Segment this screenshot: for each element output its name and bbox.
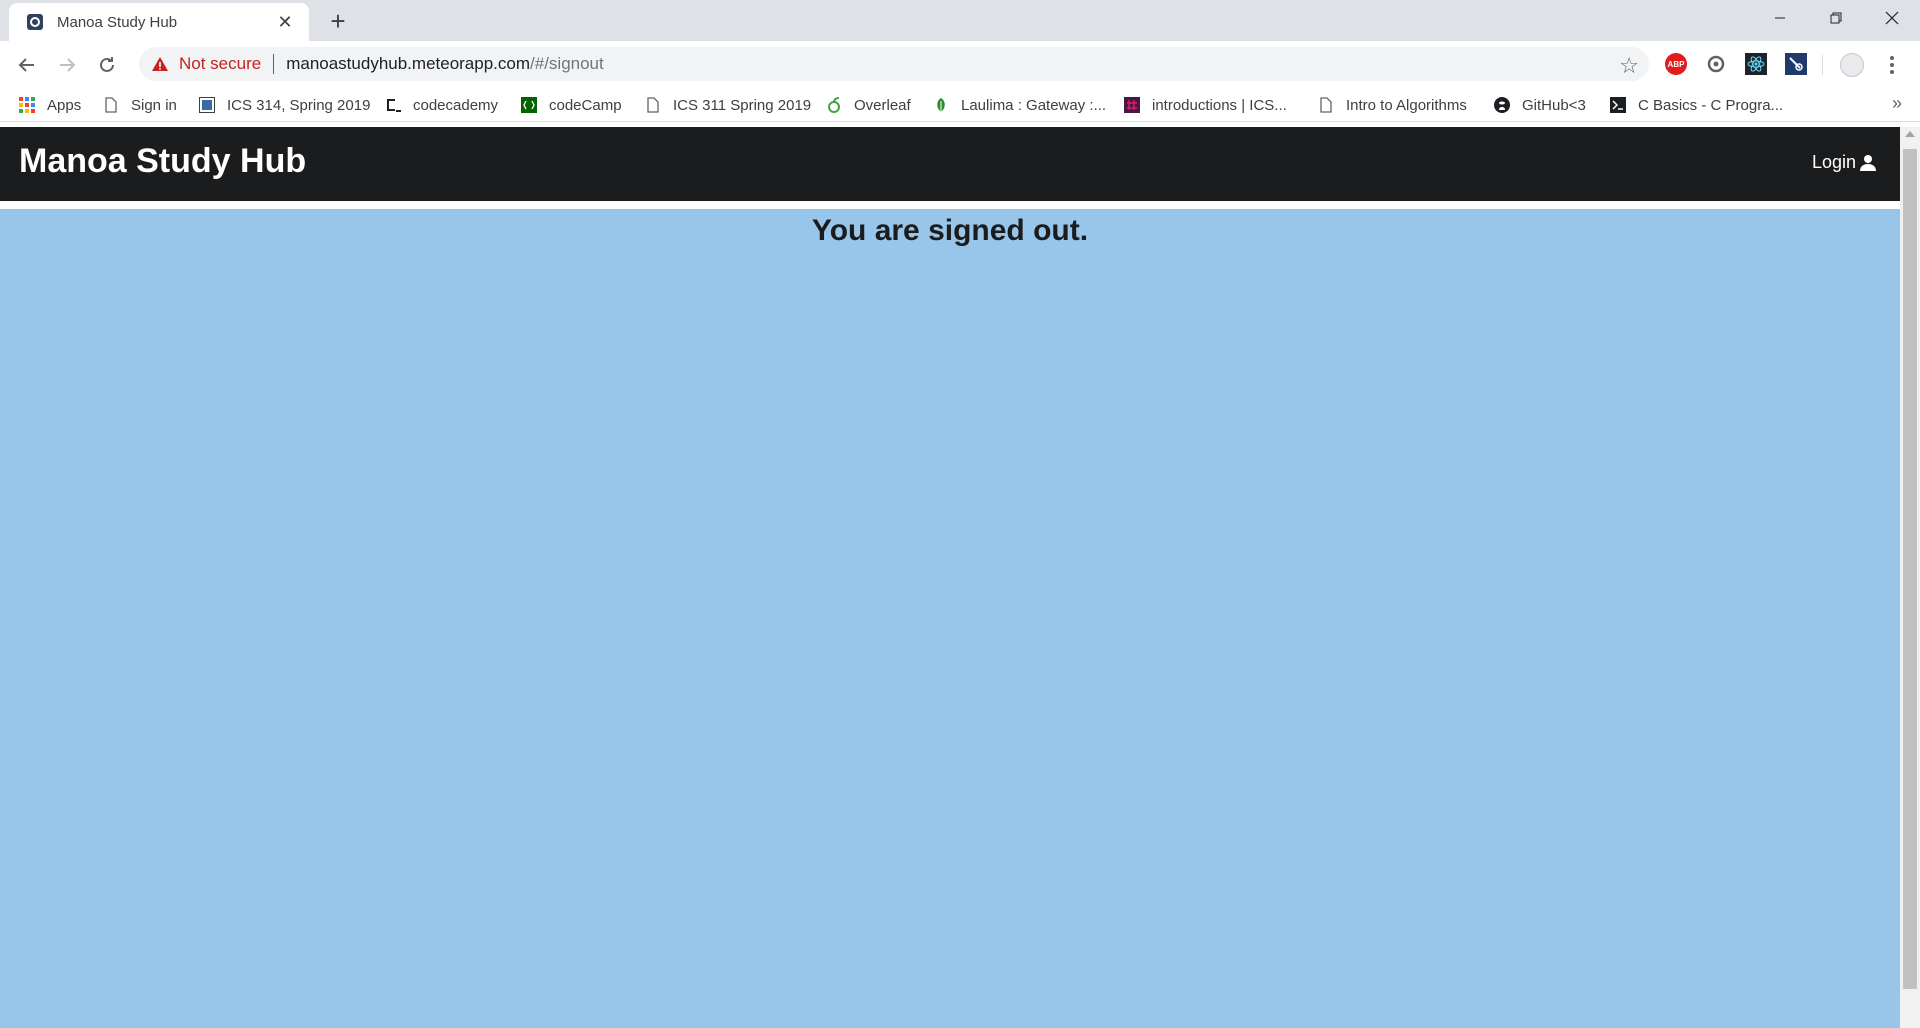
bookmark-label: codeCamp <box>549 96 622 114</box>
adblock-plus-icon[interactable]: ABP <box>1664 52 1688 76</box>
browser-toolbar: Not secure manoastudyhub.meteorapp.com/#… <box>0 41 1920 88</box>
back-button[interactable] <box>12 50 42 80</box>
bookmark-codecamp[interactable]: codeCamp <box>521 94 622 116</box>
warning-icon <box>152 57 168 71</box>
bookmark-overleaf[interactable]: Overleaf <box>826 94 911 116</box>
user-icon <box>1860 154 1876 171</box>
login-label: Login <box>1811 152 1856 172</box>
forward-arrow-icon <box>60 58 76 72</box>
back-arrow-icon <box>18 58 34 72</box>
minimize-button[interactable] <box>1752 0 1808 36</box>
scroll-up-arrow-icon[interactable] <box>1905 131 1915 137</box>
window-controls <box>1752 0 1920 36</box>
minimize-icon <box>1775 17 1785 19</box>
bookmark-sign-in[interactable]: Sign in <box>103 94 177 116</box>
apps-grid-icon <box>19 97 35 113</box>
login-button[interactable]: Login <box>1812 152 1877 173</box>
bookmarks-overflow-button[interactable]: » <box>1892 93 1902 114</box>
reload-button[interactable] <box>92 50 122 80</box>
bookmark-codecademy[interactable]: codecademy <box>385 94 498 116</box>
freecodecamp-icon <box>521 97 537 113</box>
meteor-favicon-icon <box>27 14 43 30</box>
bookmarks-bar: Apps Sign in ICS 314, Spring 2019 codeca… <box>0 88 1920 122</box>
address-bar[interactable]: Not secure manoastudyhub.meteorapp.com/#… <box>139 47 1649 81</box>
security-status-label[interactable]: Not secure <box>179 54 261 74</box>
restore-button[interactable] <box>1808 0 1864 36</box>
react-devtools-icon[interactable] <box>1744 52 1768 76</box>
url-path: /#/signout <box>530 54 604 73</box>
bookmark-label: ICS 311 Spring 2019 <box>673 96 812 114</box>
bookmark-ics314[interactable]: ICS 314, Spring 2019 <box>199 94 370 116</box>
site-brand[interactable]: Manoa Study Hub <box>19 142 306 181</box>
bookmark-label: GitHub<3 <box>1522 96 1586 114</box>
page-icon <box>645 97 661 113</box>
url-domain: manoastudyhub.meteorapp.com <box>286 54 531 73</box>
scrollbar-thumb[interactable] <box>1903 149 1917 989</box>
restore-icon <box>1830 12 1842 24</box>
square-icon <box>199 97 215 113</box>
browser-menu-icon[interactable] <box>1880 52 1904 78</box>
close-window-button[interactable] <box>1864 0 1920 36</box>
signed-out-message: You are signed out. <box>811 214 1089 247</box>
bookmark-laulima[interactable]: Laulima : Gateway :... <box>933 94 1106 116</box>
laulima-leaf-icon <box>933 97 949 113</box>
bookmark-label: codecademy <box>413 96 499 114</box>
bookmark-github[interactable]: GitHub<3 <box>1494 94 1586 116</box>
bookmark-label: Apps <box>47 96 82 114</box>
bookmark-c-basics[interactable]: C Basics - C Progra... <box>1610 94 1783 116</box>
meteor-devtools-icon[interactable] <box>1784 52 1808 76</box>
forward-button[interactable] <box>52 50 82 80</box>
bookmark-label: Sign in <box>131 96 177 114</box>
browser-tab-strip: Manoa Study Hub ✕ + <box>0 0 1920 41</box>
profile-avatar-icon[interactable] <box>1840 53 1864 77</box>
page-icon <box>1318 97 1334 113</box>
terminal-icon <box>1610 97 1626 113</box>
bookmark-label: ICS 314, Spring 2019 <box>227 96 371 114</box>
page-scrollbar[interactable] <box>1900 127 1920 1028</box>
new-tab-button[interactable]: + <box>324 8 352 36</box>
bookmark-apps[interactable]: Apps <box>19 94 81 116</box>
bookmark-slack[interactable]: introductions | ICS... <box>1124 94 1287 116</box>
codecademy-icon <box>385 97 401 113</box>
toolbar-divider <box>1822 55 1823 75</box>
bookmark-star-icon[interactable]: ☆ <box>1619 53 1639 79</box>
bookmark-algorithms[interactable]: Intro to Algorithms <box>1318 94 1467 116</box>
bookmark-label: introductions | ICS... <box>1152 96 1287 114</box>
github-icon <box>1494 97 1510 113</box>
bookmark-label: Intro to Algorithms <box>1346 96 1467 114</box>
navbar-divider <box>0 201 1900 209</box>
overleaf-icon <box>826 97 842 113</box>
page-viewport: Manoa Study Hub Login You are signed out… <box>0 127 1900 1028</box>
site-navbar: Manoa Study Hub Login <box>0 127 1900 201</box>
close-icon <box>1885 11 1899 25</box>
page-icon <box>103 97 119 113</box>
tab-close-icon[interactable]: ✕ <box>275 12 295 32</box>
bookmark-label: Laulima : Gateway :... <box>961 96 1107 114</box>
bookmark-label: Overleaf <box>854 96 911 114</box>
tab-title: Manoa Study Hub <box>57 13 178 31</box>
bookmark-label: C Basics - C Progra... <box>1638 96 1784 114</box>
omnibox-divider <box>273 54 275 74</box>
slack-icon <box>1124 97 1140 113</box>
reload-icon <box>100 57 114 72</box>
sync-icon[interactable] <box>1704 52 1728 76</box>
bookmark-ics311[interactable]: ICS 311 Spring 2019 <box>645 94 811 116</box>
browser-tab[interactable]: Manoa Study Hub ✕ <box>9 3 309 41</box>
